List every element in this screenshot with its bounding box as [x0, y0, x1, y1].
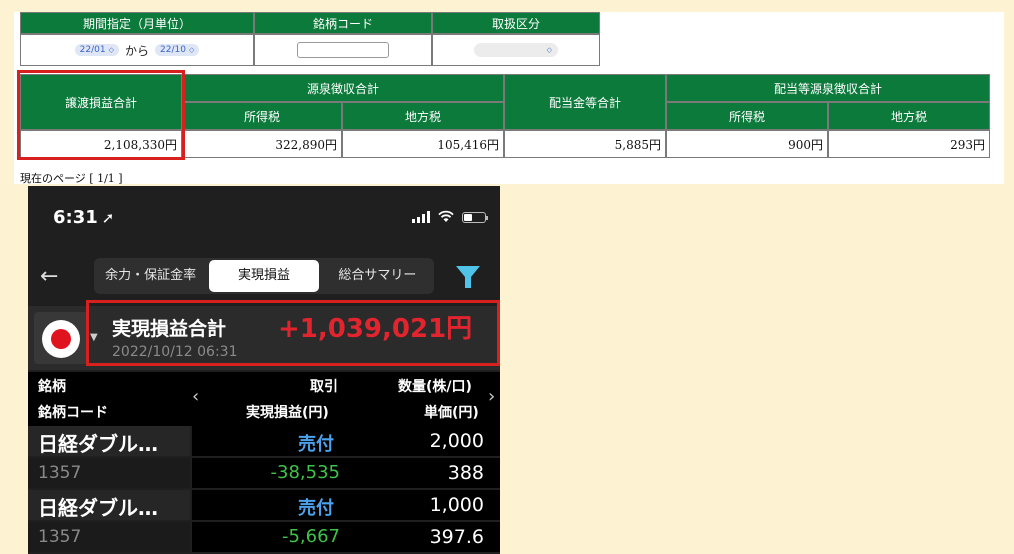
list-item-detail[interactable]: -5,667 397.6 [192, 522, 500, 552]
period-header: 期間指定（月単位） [20, 12, 254, 34]
col-trade: 取引 [310, 379, 338, 395]
list-item-detail[interactable]: -38,535 388 [192, 458, 500, 488]
caret-down-icon: ▼ [90, 332, 98, 343]
row-price: 397.6 [429, 526, 484, 548]
filter-icon[interactable] [455, 265, 481, 289]
summary-title: 実現損益合計 [112, 318, 227, 340]
list-item-detail[interactable]: 売付 2,000 [192, 426, 500, 456]
wifi-icon [438, 210, 454, 222]
dividend-withholding-header: 配当等源泉徴収合計 [666, 74, 990, 102]
list-header: 銘柄 銘柄コード ‹ 取引 実現損益(円) 数量(株/口) 単価(円) › [28, 372, 500, 426]
summary-date: 2022/10/12 06:31 [112, 344, 238, 360]
status-bar-icons [412, 210, 488, 223]
period-from-value: 22/01 [79, 45, 106, 55]
stock-code-header: 銘柄コード [254, 12, 432, 34]
period-connector: から [124, 43, 149, 58]
status-bar-time: 6:31 ➚ [53, 207, 114, 228]
col-qty: 数量(株/口) [398, 379, 472, 395]
row-pl: -38,535 [270, 462, 340, 483]
list-item-detail[interactable]: 売付 1,000 [192, 490, 500, 520]
battery-icon [462, 212, 488, 223]
list-item[interactable]: 日経ダブル… [28, 426, 190, 456]
row-code: 1357 [38, 527, 82, 547]
dividend-local-tax-header: 地方税 [828, 102, 990, 130]
local-tax-value: 105,416円 [342, 130, 504, 158]
tab-realized-pl[interactable]: 実現損益 [209, 260, 319, 292]
dividend-income-tax-value: 900円 [666, 130, 828, 158]
stock-code-input[interactable] [297, 42, 389, 58]
row-trade: 売付 [298, 434, 334, 455]
transfer-pl-total-header: 譲渡損益合計 [20, 74, 182, 130]
row-name: 日経ダブル… [38, 432, 158, 456]
signal-icon [412, 211, 430, 223]
back-arrow-icon[interactable]: ← [40, 264, 58, 289]
segment-tabs: 余力・保証金率 実現損益 総合サマリー [94, 258, 434, 294]
account-selector[interactable] [34, 312, 88, 364]
list-item[interactable]: 日経ダブル… [28, 490, 190, 520]
income-tax-header: 所得税 [182, 102, 342, 130]
row-name: 日経ダブル… [38, 496, 158, 520]
realized-pl-summary: ▼ 実現損益合計 +1,039,021円 2022/10/12 06:31 [28, 306, 500, 370]
tax-report-panel: 期間指定（月単位） 銘柄コード 取扱区分 22/01 ◇ から 22/10 ◇ ◇ … [14, 12, 1004, 185]
japan-flag-icon [42, 320, 80, 358]
withholding-total-header: 源泉徴収合計 [182, 74, 504, 102]
col-pl: 実現損益(円) [246, 405, 329, 421]
col-price: 単価(円) [424, 405, 479, 421]
period-to-value: 22/10 [160, 45, 186, 55]
chevron-right-icon[interactable]: › [488, 386, 495, 407]
row-qty: 2,000 [429, 430, 484, 452]
col-code: 銘柄コード [38, 405, 108, 421]
page-indicator: 現在のページ [ 1/1 ] [20, 172, 123, 185]
summary-value: +1,039,021円 [278, 314, 473, 344]
period-selector: 22/01 ◇ から 22/10 ◇ [20, 34, 254, 66]
dividend-total-header: 配当金等合計 [504, 74, 666, 130]
category-select[interactable]: ◇ [474, 43, 558, 57]
transfer-pl-total-value: 2,108,330円 [20, 130, 182, 158]
list-item-code[interactable]: 1357 [28, 522, 190, 552]
tab-margin[interactable]: 余力・保証金率 [96, 260, 205, 292]
period-from-select[interactable]: 22/01 ◇ [74, 44, 119, 56]
status-time-text: 6:31 [53, 207, 98, 228]
list-item-code[interactable]: 1357 [28, 458, 190, 488]
dividend-income-tax-header: 所得税 [666, 102, 828, 130]
stepper-icon: ◇ [188, 46, 195, 54]
dividend-total-value: 5,885円 [504, 130, 666, 158]
tab-summary[interactable]: 総合サマリー [323, 260, 432, 292]
row-pl: -5,667 [281, 526, 340, 547]
stock-code-cell [254, 34, 432, 66]
category-header: 取扱区分 [432, 12, 600, 34]
dividend-local-tax-value: 293円 [828, 130, 990, 158]
category-cell: ◇ [432, 34, 600, 66]
row-price: 388 [447, 462, 484, 484]
local-tax-header: 地方税 [342, 102, 504, 130]
row-trade: 売付 [298, 498, 334, 519]
col-name: 銘柄 [38, 379, 66, 395]
location-arrow-icon: ➚ [101, 209, 115, 227]
period-to-select[interactable]: 22/10 ◇ [155, 44, 200, 56]
row-code: 1357 [38, 463, 82, 483]
chevron-left-icon[interactable]: ‹ [192, 386, 199, 407]
phone-screen: 6:31 ➚ ← 余力・保証金率 実現損益 総合サマリー ▼ 実現損益合計 +1,… [28, 186, 500, 554]
income-tax-value: 322,890円 [182, 130, 342, 158]
row-qty: 1,000 [429, 494, 484, 516]
stepper-icon: ◇ [546, 46, 552, 54]
stepper-icon: ◇ [108, 46, 114, 54]
